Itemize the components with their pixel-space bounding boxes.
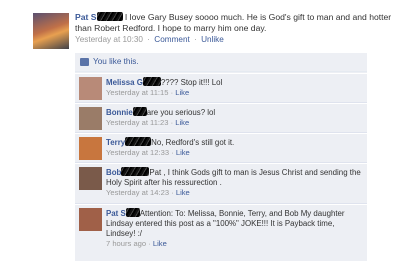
comment-item: Terry No, Redford's still got it. Yesterd… [75, 132, 367, 163]
comment-avatar[interactable] [79, 167, 102, 190]
meta-separator: · [171, 188, 174, 197]
comment-item: Bonnie are you serious? lol Yesterday at … [75, 102, 367, 133]
comment-text: are you serious? lol [146, 108, 216, 117]
comment-item: Pat S Attention: To: Melissa, Bonnie, Ter… [75, 203, 367, 261]
redaction-mark [132, 107, 147, 116]
comment-body: Melissa G ???? Stop it!!! Lol Yesterday a… [106, 77, 364, 98]
comment-avatar[interactable] [79, 208, 102, 231]
post-timestamp[interactable]: Yesterday at 10:30 [75, 35, 143, 44]
likes-row: You like this. [75, 53, 367, 72]
comment-body: Terry No, Redford's still got it. Yesterd… [106, 137, 364, 158]
comment-like-link[interactable]: Like [176, 188, 190, 197]
comment-divider [75, 203, 367, 204]
meta-separator: · [148, 239, 151, 248]
post-avatar[interactable] [33, 13, 69, 49]
redaction-mark [125, 137, 152, 146]
comment-like-link[interactable]: Like [175, 118, 189, 127]
post-message: I love Gary Busey soooo much. He is God'… [75, 12, 392, 33]
comment-author[interactable]: Bonnie [106, 108, 133, 117]
comment-author[interactable]: Melissa G [106, 78, 143, 87]
unlike-link[interactable]: Unlike [201, 35, 224, 44]
meta-separator: · [171, 148, 174, 157]
comment-timestamp[interactable]: 7 hours ago [106, 239, 146, 248]
comment-text: No, Redford's still got it. [151, 138, 235, 147]
comment-author[interactable]: Terry [106, 138, 125, 147]
comment-link[interactable]: Comment [154, 35, 190, 44]
comment-meta: 7 hours ago · Like [106, 239, 364, 249]
meta-separator: · [194, 35, 197, 44]
comment-meta: Yesterday at 11:15 · Like [106, 88, 364, 98]
comment-timestamp[interactable]: Yesterday at 12:33 [106, 148, 169, 157]
comment-author[interactable]: Bob [106, 168, 121, 177]
comment-avatar[interactable] [79, 107, 102, 130]
meta-separator: · [170, 88, 174, 97]
comment-text: ???? Stop it!!! Lol [160, 78, 223, 87]
comment-body: Bonnie are you serious? lol Yesterday at … [106, 107, 364, 128]
redaction-mark [125, 208, 140, 217]
likes-text: You like this. [93, 57, 139, 66]
comment-avatar[interactable] [79, 77, 102, 100]
comment-divider [75, 132, 367, 133]
comment-timestamp[interactable]: Yesterday at 11:23 [106, 118, 168, 127]
post-meta: Yesterday at 10:30 · Comment · Unlike [75, 34, 397, 45]
thumbs-up-icon [80, 58, 89, 66]
redaction-mark [121, 167, 150, 176]
feedback-box: You like this. Melissa G ???? Stop it!!! … [75, 53, 367, 261]
comment-item: Bob Pat , I think Gods gift to man is Jes… [75, 162, 367, 204]
redaction-mark [96, 12, 123, 21]
comment-like-link[interactable]: Like [176, 148, 190, 157]
comment-meta: Yesterday at 11:23 · Like [106, 118, 364, 128]
meta-separator: · [170, 118, 174, 127]
post-content: Pat S I love Gary Busey soooo much. He i… [75, 12, 397, 45]
comment-timestamp[interactable]: Yesterday at 14:23 [106, 188, 169, 197]
post-author[interactable]: Pat S [75, 12, 97, 22]
comment-divider [75, 102, 367, 103]
comment-body: Pat S Attention: To: Melissa, Bonnie, Ter… [106, 208, 364, 249]
meta-separator: · [147, 35, 150, 44]
comment-divider [75, 162, 367, 163]
redaction-mark [142, 77, 161, 86]
comment-timestamp[interactable]: Yesterday at 11:15 [106, 88, 168, 97]
comment-avatar[interactable] [79, 137, 102, 160]
comment-text: Attention: To: Melissa, Bonnie, Terry, a… [106, 209, 345, 238]
comment-item: Melissa G ???? Stop it!!! Lol Yesterday a… [75, 73, 367, 103]
comment-body: Bob Pat , I think Gods gift to man is Jes… [106, 167, 364, 198]
comment-meta: Yesterday at 14:23 · Like [106, 188, 364, 198]
comment-author[interactable]: Pat S [106, 209, 126, 218]
comment-like-link[interactable]: Like [175, 88, 189, 97]
comment-like-link[interactable]: Like [153, 239, 167, 248]
comment-meta: Yesterday at 12:33 · Like [106, 148, 364, 158]
